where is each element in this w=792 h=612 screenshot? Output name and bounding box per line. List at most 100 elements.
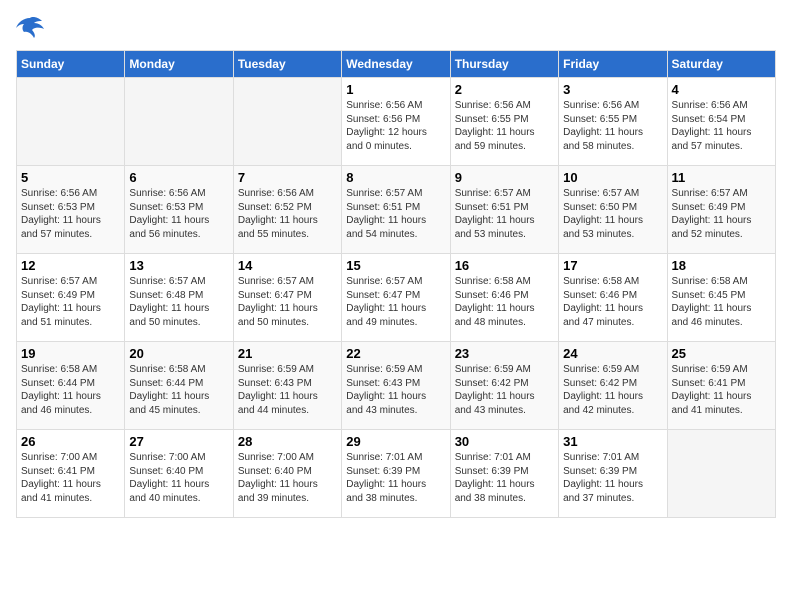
weekday-header-wednesday: Wednesday [342,51,450,78]
calendar-cell: 7 Sunrise: 6:56 AM Sunset: 6:52 PM Daylig… [233,166,341,254]
day-number: 26 [21,434,120,449]
day-number: 6 [129,170,228,185]
calendar-cell: 18 Sunrise: 6:58 AM Sunset: 6:45 PM Dayli… [667,254,775,342]
calendar-cell: 4 Sunrise: 6:56 AM Sunset: 6:54 PM Daylig… [667,78,775,166]
day-info: Sunrise: 6:58 AM Sunset: 6:44 PM Dayligh… [21,363,120,417]
calendar-cell: 12Sunrise: 6:57 AM Sunset: 6:49 PM Dayli… [17,254,125,342]
day-info: Sunrise: 6:58 AM Sunset: 6:45 PM Dayligh… [672,275,771,329]
day-info: Sunrise: 6:59 AM Sunset: 6:42 PM Dayligh… [455,363,554,417]
day-number: 22 [346,346,445,361]
day-number: 5 [21,170,120,185]
calendar-cell: 31Sunrise: 7:01 AM Sunset: 6:39 PM Dayli… [559,430,667,518]
day-info: Sunrise: 7:00 AM Sunset: 6:40 PM Dayligh… [238,451,337,505]
day-info: Sunrise: 6:57 AM Sunset: 6:49 PM Dayligh… [672,187,771,241]
calendar-cell: 1Sunrise: 6:56 AM Sunset: 6:56 PM Daylig… [342,78,450,166]
calendar-cell: 3 Sunrise: 6:56 AM Sunset: 6:55 PM Daylig… [559,78,667,166]
day-number: 15 [346,258,445,273]
day-info: Sunrise: 6:57 AM Sunset: 6:51 PM Dayligh… [455,187,554,241]
day-number: 29 [346,434,445,449]
calendar-cell: 24 Sunrise: 6:59 AM Sunset: 6:42 PM Dayli… [559,342,667,430]
calendar-cell [17,78,125,166]
weekday-header-tuesday: Tuesday [233,51,341,78]
day-info: Sunrise: 6:59 AM Sunset: 6:42 PM Dayligh… [563,363,662,417]
calendar-cell: 22 Sunrise: 6:59 AM Sunset: 6:43 PM Dayli… [342,342,450,430]
calendar-week-row: 12Sunrise: 6:57 AM Sunset: 6:49 PM Dayli… [17,254,776,342]
weekday-header-monday: Monday [125,51,233,78]
day-info: Sunrise: 6:56 AM Sunset: 6:55 PM Dayligh… [563,99,662,153]
day-info: Sunrise: 6:56 AM Sunset: 6:52 PM Dayligh… [238,187,337,241]
day-number: 19 [21,346,120,361]
calendar-cell: 17 Sunrise: 6:58 AM Sunset: 6:46 PM Dayli… [559,254,667,342]
day-number: 16 [455,258,554,273]
day-number: 31 [563,434,662,449]
day-number: 21 [238,346,337,361]
day-number: 18 [672,258,771,273]
calendar-cell: 15Sunrise: 6:57 AM Sunset: 6:47 PM Dayli… [342,254,450,342]
day-number: 28 [238,434,337,449]
calendar-cell: 25 Sunrise: 6:59 AM Sunset: 6:41 PM Dayli… [667,342,775,430]
calendar-cell: 20 Sunrise: 6:58 AM Sunset: 6:44 PM Dayli… [125,342,233,430]
calendar-cell: 8Sunrise: 6:57 AM Sunset: 6:51 PM Daylig… [342,166,450,254]
weekday-header-sunday: Sunday [17,51,125,78]
day-number: 1 [346,82,445,97]
day-info: Sunrise: 6:58 AM Sunset: 6:46 PM Dayligh… [563,275,662,329]
day-info: Sunrise: 6:56 AM Sunset: 6:55 PM Dayligh… [455,99,554,153]
day-info: Sunrise: 6:59 AM Sunset: 6:43 PM Dayligh… [238,363,337,417]
weekday-header-row: SundayMondayTuesdayWednesdayThursdayFrid… [17,51,776,78]
calendar-cell: 30 Sunrise: 7:01 AM Sunset: 6:39 PM Dayli… [450,430,558,518]
calendar-week-row: 19 Sunrise: 6:58 AM Sunset: 6:44 PM Dayli… [17,342,776,430]
day-number: 20 [129,346,228,361]
calendar-cell: 10 Sunrise: 6:57 AM Sunset: 6:50 PM Dayli… [559,166,667,254]
day-info: Sunrise: 6:56 AM Sunset: 6:54 PM Dayligh… [672,99,771,153]
calendar-cell: 28 Sunrise: 7:00 AM Sunset: 6:40 PM Dayli… [233,430,341,518]
calendar-cell: 29 Sunrise: 7:01 AM Sunset: 6:39 PM Dayli… [342,430,450,518]
day-number: 4 [672,82,771,97]
day-number: 13 [129,258,228,273]
calendar-cell: 5 Sunrise: 6:56 AM Sunset: 6:53 PM Daylig… [17,166,125,254]
day-number: 10 [563,170,662,185]
day-number: 24 [563,346,662,361]
day-number: 27 [129,434,228,449]
day-number: 14 [238,258,337,273]
calendar-cell: 13 Sunrise: 6:57 AM Sunset: 6:48 PM Dayli… [125,254,233,342]
day-number: 17 [563,258,662,273]
calendar-cell: 11 Sunrise: 6:57 AM Sunset: 6:49 PM Dayli… [667,166,775,254]
day-number: 12 [21,258,120,273]
page-header [16,16,776,38]
day-info: Sunrise: 7:00 AM Sunset: 6:41 PM Dayligh… [21,451,120,505]
calendar-cell [667,430,775,518]
calendar-cell [233,78,341,166]
calendar-cell: 2Sunrise: 6:56 AM Sunset: 6:55 PM Daylig… [450,78,558,166]
day-number: 30 [455,434,554,449]
day-info: Sunrise: 6:56 AM Sunset: 6:53 PM Dayligh… [21,187,120,241]
day-info: Sunrise: 6:58 AM Sunset: 6:46 PM Dayligh… [455,275,554,329]
day-number: 11 [672,170,771,185]
calendar-table: SundayMondayTuesdayWednesdayThursdayFrid… [16,50,776,518]
day-info: Sunrise: 6:59 AM Sunset: 6:41 PM Dayligh… [672,363,771,417]
logo [16,16,48,38]
calendar-cell [125,78,233,166]
day-info: Sunrise: 6:57 AM Sunset: 6:47 PM Dayligh… [238,275,337,329]
calendar-cell: 23Sunrise: 6:59 AM Sunset: 6:42 PM Dayli… [450,342,558,430]
day-number: 9 [455,170,554,185]
day-info: Sunrise: 6:57 AM Sunset: 6:50 PM Dayligh… [563,187,662,241]
day-number: 3 [563,82,662,97]
day-info: Sunrise: 7:01 AM Sunset: 6:39 PM Dayligh… [346,451,445,505]
weekday-header-thursday: Thursday [450,51,558,78]
day-info: Sunrise: 6:57 AM Sunset: 6:51 PM Dayligh… [346,187,445,241]
day-info: Sunrise: 6:58 AM Sunset: 6:44 PM Dayligh… [129,363,228,417]
day-info: Sunrise: 6:59 AM Sunset: 6:43 PM Dayligh… [346,363,445,417]
calendar-cell: 14 Sunrise: 6:57 AM Sunset: 6:47 PM Dayli… [233,254,341,342]
day-info: Sunrise: 7:01 AM Sunset: 6:39 PM Dayligh… [455,451,554,505]
day-number: 25 [672,346,771,361]
calendar-cell: 27Sunrise: 7:00 AM Sunset: 6:40 PM Dayli… [125,430,233,518]
calendar-cell: 26 Sunrise: 7:00 AM Sunset: 6:41 PM Dayli… [17,430,125,518]
day-number: 7 [238,170,337,185]
weekday-header-saturday: Saturday [667,51,775,78]
calendar-week-row: 1Sunrise: 6:56 AM Sunset: 6:56 PM Daylig… [17,78,776,166]
day-info: Sunrise: 6:57 AM Sunset: 6:48 PM Dayligh… [129,275,228,329]
weekday-header-friday: Friday [559,51,667,78]
calendar-week-row: 26 Sunrise: 7:00 AM Sunset: 6:41 PM Dayli… [17,430,776,518]
calendar-week-row: 5 Sunrise: 6:56 AM Sunset: 6:53 PM Daylig… [17,166,776,254]
calendar-cell: 16 Sunrise: 6:58 AM Sunset: 6:46 PM Dayli… [450,254,558,342]
